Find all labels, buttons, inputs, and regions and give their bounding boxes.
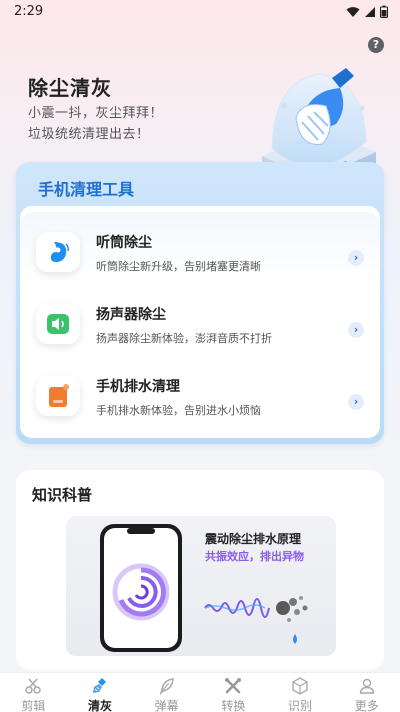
battery-icon <box>380 5 388 18</box>
status-bar: 2:29 <box>0 0 400 26</box>
tools-title: 手机清理工具 <box>38 180 135 199</box>
card-subtitle: 共振效应，排出异物 <box>205 550 304 563</box>
nav-item-more[interactable]: 更多 <box>333 673 400 712</box>
hero-subtitle-1: 小震一抖，灰尘拜拜！ <box>28 106 164 121</box>
tool-speaker-dust[interactable]: 扬声器除尘 扬声器除尘新体验，澎湃音质不打折 › <box>20 284 380 356</box>
bottom-nav: 剪辑 清灰 弹幕 转换 识别 更多 <box>0 672 400 712</box>
signal-icon <box>365 6 375 17</box>
phone-illustration <box>100 524 182 652</box>
nav-label: 转换 <box>221 699 246 712</box>
knowledge-title: 知识科普 <box>32 486 93 504</box>
tool-name: 扬声器除尘 <box>96 307 166 323</box>
tool-desc: 听筒除尘新升级，告别堵塞更清晰 <box>96 260 261 273</box>
nav-label: 剪辑 <box>21 699 46 712</box>
nav-item-convert[interactable]: 转换 <box>200 673 267 712</box>
scissors-icon <box>25 678 42 694</box>
nav-item-recognize[interactable]: 识别 <box>267 673 334 712</box>
wifi-icon <box>346 6 360 17</box>
chevron-right-icon: › <box>348 322 364 338</box>
chevron-right-icon: › <box>348 250 364 266</box>
nav-label: 更多 <box>354 699 379 712</box>
status-icons <box>346 5 388 18</box>
help-button[interactable]: ? <box>368 37 384 53</box>
cube-icon <box>292 677 308 695</box>
page-title: 除尘清灰 <box>28 76 112 100</box>
tool-desc: 手机排水新体验，告别进水小烦恼 <box>96 404 261 417</box>
tool-water-drain[interactable]: 手机排水清理 手机排水新体验，告别进水小烦恼 › <box>20 356 380 428</box>
earpiece-icon <box>36 232 80 272</box>
tools-icon <box>225 678 242 694</box>
tool-name: 听筒除尘 <box>96 235 152 251</box>
knowledge-panel: 知识科普 震动除尘排水原理 共振效应，排出异物 <box>16 470 384 670</box>
nav-label: 识别 <box>288 699 313 712</box>
status-time: 2:29 <box>14 4 44 19</box>
person-icon <box>359 678 374 694</box>
chevron-right-icon: › <box>348 394 364 410</box>
sound-wave-icon <box>204 596 308 644</box>
speaker-icon <box>36 304 80 344</box>
feather-icon <box>159 678 174 695</box>
nav-label: 弹幕 <box>154 699 179 712</box>
brush-icon <box>93 678 106 693</box>
cleaning-tools-panel: 手机清理工具 听筒除尘 听筒除尘新升级，告别堵塞更清晰 › 扬声器除尘 扬声器除… <box>16 162 384 444</box>
tool-desc: 扬声器除尘新体验，澎湃音质不打折 <box>96 332 272 345</box>
hero-subtitle-2: 垃圾统统清理出去！ <box>28 127 150 142</box>
water-drain-icon <box>36 376 80 416</box>
nav-label: 清灰 <box>88 699 113 712</box>
nav-item-edit[interactable]: 剪辑 <box>0 673 67 712</box>
vibration-swirl-icon <box>112 563 170 621</box>
nav-item-danmaku[interactable]: 弹幕 <box>133 673 200 712</box>
tool-earpiece-dust[interactable]: 听筒除尘 听筒除尘新升级，告别堵塞更清晰 › <box>20 212 380 284</box>
tool-name: 手机排水清理 <box>96 379 180 395</box>
nav-item-clean[interactable]: 清灰 <box>67 673 134 712</box>
knowledge-card[interactable]: 震动除尘排水原理 共振效应，排出异物 <box>66 516 336 656</box>
card-title: 震动除尘排水原理 <box>205 532 302 546</box>
tools-list: 听筒除尘 听筒除尘新升级，告别堵塞更清晰 › 扬声器除尘 扬声器除尘新体验，澎湃… <box>20 206 380 438</box>
